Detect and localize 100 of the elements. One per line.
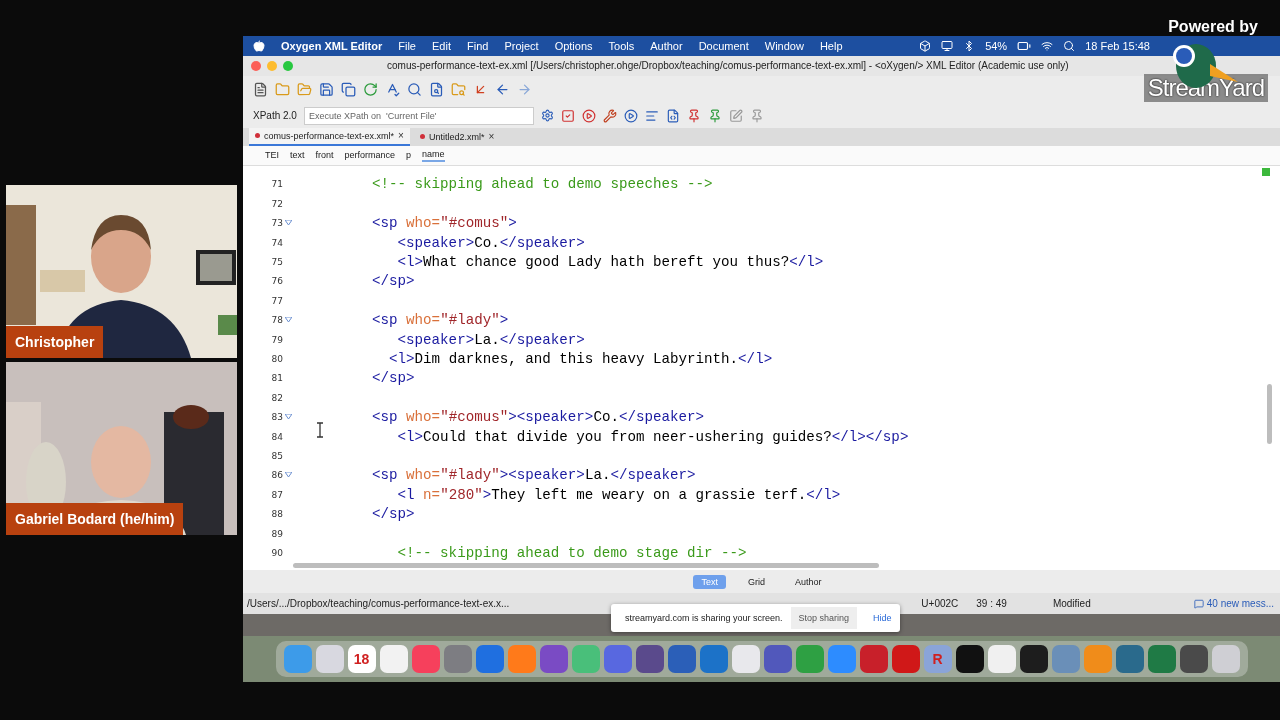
menu-item[interactable]: Document	[698, 40, 749, 52]
monitor-icon[interactable]	[941, 40, 954, 52]
wifi-icon[interactable]	[1041, 40, 1054, 52]
line-number: 86	[271, 470, 283, 481]
file-path: /Users/.../Dropbox/teaching/comus-performance-text-ex.x...	[247, 598, 510, 610]
code-line: </sp>	[372, 273, 415, 290]
scrollbar-thumb[interactable]	[293, 563, 879, 569]
apple-icon[interactable]	[253, 40, 265, 52]
line-number: 87	[271, 489, 283, 500]
menu-item[interactable]: File	[398, 40, 416, 52]
fold-icon[interactable]	[285, 220, 292, 226]
back-icon[interactable]	[495, 82, 510, 98]
app-icon[interactable]	[1179, 645, 1208, 674]
stop-sharing-button[interactable]: Stop sharing	[790, 607, 858, 629]
code-line: <sp who="#lady"><speaker>La.</speaker>	[372, 467, 696, 484]
code-line: <l n="280">They left me weary on a grassie terf.</l>	[396, 486, 841, 503]
menu-item[interactable]: Tools	[608, 40, 635, 52]
messages-link[interactable]: 40 new mess...	[1193, 598, 1280, 610]
zoom-button[interactable]	[283, 60, 293, 71]
mode-tab[interactable]: Grid	[740, 574, 773, 589]
box-icon[interactable]	[919, 40, 932, 52]
code-line: <sp who="#lady">	[372, 312, 509, 329]
fold-icon[interactable]	[285, 472, 292, 478]
search-icon[interactable]	[1063, 40, 1076, 52]
wrench-icon[interactable]	[602, 108, 617, 123]
code-line: </sp>	[372, 370, 415, 387]
close-icon[interactable]: ×	[398, 130, 404, 142]
file-search-icon[interactable]	[429, 82, 444, 98]
app-menu[interactable]: Oxygen XML Editor	[281, 40, 383, 52]
code-line: <!-- skipping ahead to demo speeches -->	[372, 176, 713, 193]
code-line: <l>Dim darknes, and this heavy Labyrinth.</l>	[388, 351, 773, 367]
text-cursor-icon	[316, 421, 324, 438]
line-number: 82	[271, 392, 283, 403]
line-number: 79	[271, 334, 283, 345]
copy-icon[interactable]	[341, 82, 356, 98]
menu-item[interactable]: Find	[466, 40, 489, 52]
battery-icon[interactable]	[1017, 39, 1032, 53]
char-code: U+002C	[921, 598, 959, 610]
fold-icon[interactable]	[285, 317, 292, 323]
app-icon[interactable]	[1019, 645, 1048, 674]
breadcrumb-item[interactable]: front	[315, 149, 334, 162]
xpath-field[interactable]: Execute XPath on 'Current File'	[303, 106, 534, 125]
run-icon[interactable]	[581, 108, 596, 123]
folder-search-icon[interactable]	[451, 82, 466, 98]
pin-icon[interactable]	[707, 108, 722, 123]
format-icon[interactable]	[644, 108, 659, 123]
breadcrumb-item[interactable]: text	[290, 149, 305, 162]
share-message: streamyard.com is sharing your screen.	[625, 613, 783, 623]
pin-icon[interactable]	[749, 108, 764, 123]
search-icon[interactable]	[407, 82, 422, 98]
edit-icon[interactable]	[728, 108, 743, 123]
menu-item[interactable]: Author	[650, 40, 683, 52]
spellcheck-icon[interactable]	[385, 82, 400, 98]
menu-item[interactable]: Help	[819, 40, 843, 52]
close-icon[interactable]: ×	[488, 131, 495, 143]
app-icon[interactable]: 18	[347, 645, 376, 674]
scrollbar-thumb[interactable]	[1267, 383, 1272, 444]
menu-item[interactable]: Options	[554, 40, 593, 52]
battery-percent: 54%	[985, 40, 1008, 52]
menu-item[interactable]: Project	[504, 40, 539, 52]
close-button[interactable]	[251, 60, 261, 71]
folder-icon[interactable]	[275, 82, 290, 98]
breadcrumb-item[interactable]: performance	[344, 149, 396, 162]
clock: 18 Feb 15:48	[1085, 40, 1150, 52]
code-line: <sp who="#comus"><speaker>Co.</speaker>	[372, 409, 705, 426]
menu-item[interactable]: Edit	[432, 40, 451, 52]
mode-tab[interactable]: Author	[787, 574, 830, 589]
window-title: comus-performance-text-ex.xml [/Users/christopher.ohge/Dropbox/teaching/comus-performance-text-ex.xml] - <oXygen/> XML Editor (Academic use only)	[387, 60, 1069, 72]
settings-icon[interactable]	[540, 109, 554, 123]
validate-icon[interactable]	[560, 108, 575, 123]
minimize-button[interactable]	[267, 60, 277, 71]
forward-icon[interactable]	[517, 82, 532, 98]
folder-icon[interactable]	[297, 82, 312, 98]
line-number: 73	[271, 218, 283, 229]
line-number: 76	[271, 276, 283, 287]
file-code-icon[interactable]	[665, 108, 680, 123]
line-number: 75	[271, 257, 283, 268]
participant-name: Christopher	[6, 326, 104, 358]
breadcrumb-item[interactable]: name	[422, 148, 445, 163]
pin-icon[interactable]	[686, 108, 701, 123]
breadcrumb-item[interactable]: TEI	[265, 149, 279, 162]
powered-by-label: Powered by	[1168, 18, 1258, 36]
participant-name: Gabriel Bodard (he/him)	[6, 503, 184, 535]
xpath-version[interactable]: XPath 2.0	[253, 110, 297, 122]
save-icon[interactable]	[319, 82, 334, 98]
code-line: <sp who="#comus">	[372, 215, 517, 232]
line-number: 78	[271, 315, 283, 326]
fold-icon[interactable]	[285, 414, 292, 420]
line-number: 88	[271, 509, 283, 520]
refresh-icon[interactable]	[363, 82, 378, 98]
new-file-icon[interactable]	[253, 82, 268, 98]
file-tab[interactable]: Untitled2.xml* ×	[413, 127, 501, 146]
breadcrumb-item[interactable]: p	[406, 149, 412, 162]
debug-icon[interactable]	[623, 108, 638, 123]
hide-button[interactable]: Hide	[865, 607, 900, 629]
menu-item[interactable]: Window	[764, 40, 804, 52]
modified-dot	[419, 134, 425, 140]
line-number: 71	[271, 179, 283, 190]
line-number: 90	[271, 547, 283, 558]
app-icon[interactable]	[955, 645, 984, 674]
